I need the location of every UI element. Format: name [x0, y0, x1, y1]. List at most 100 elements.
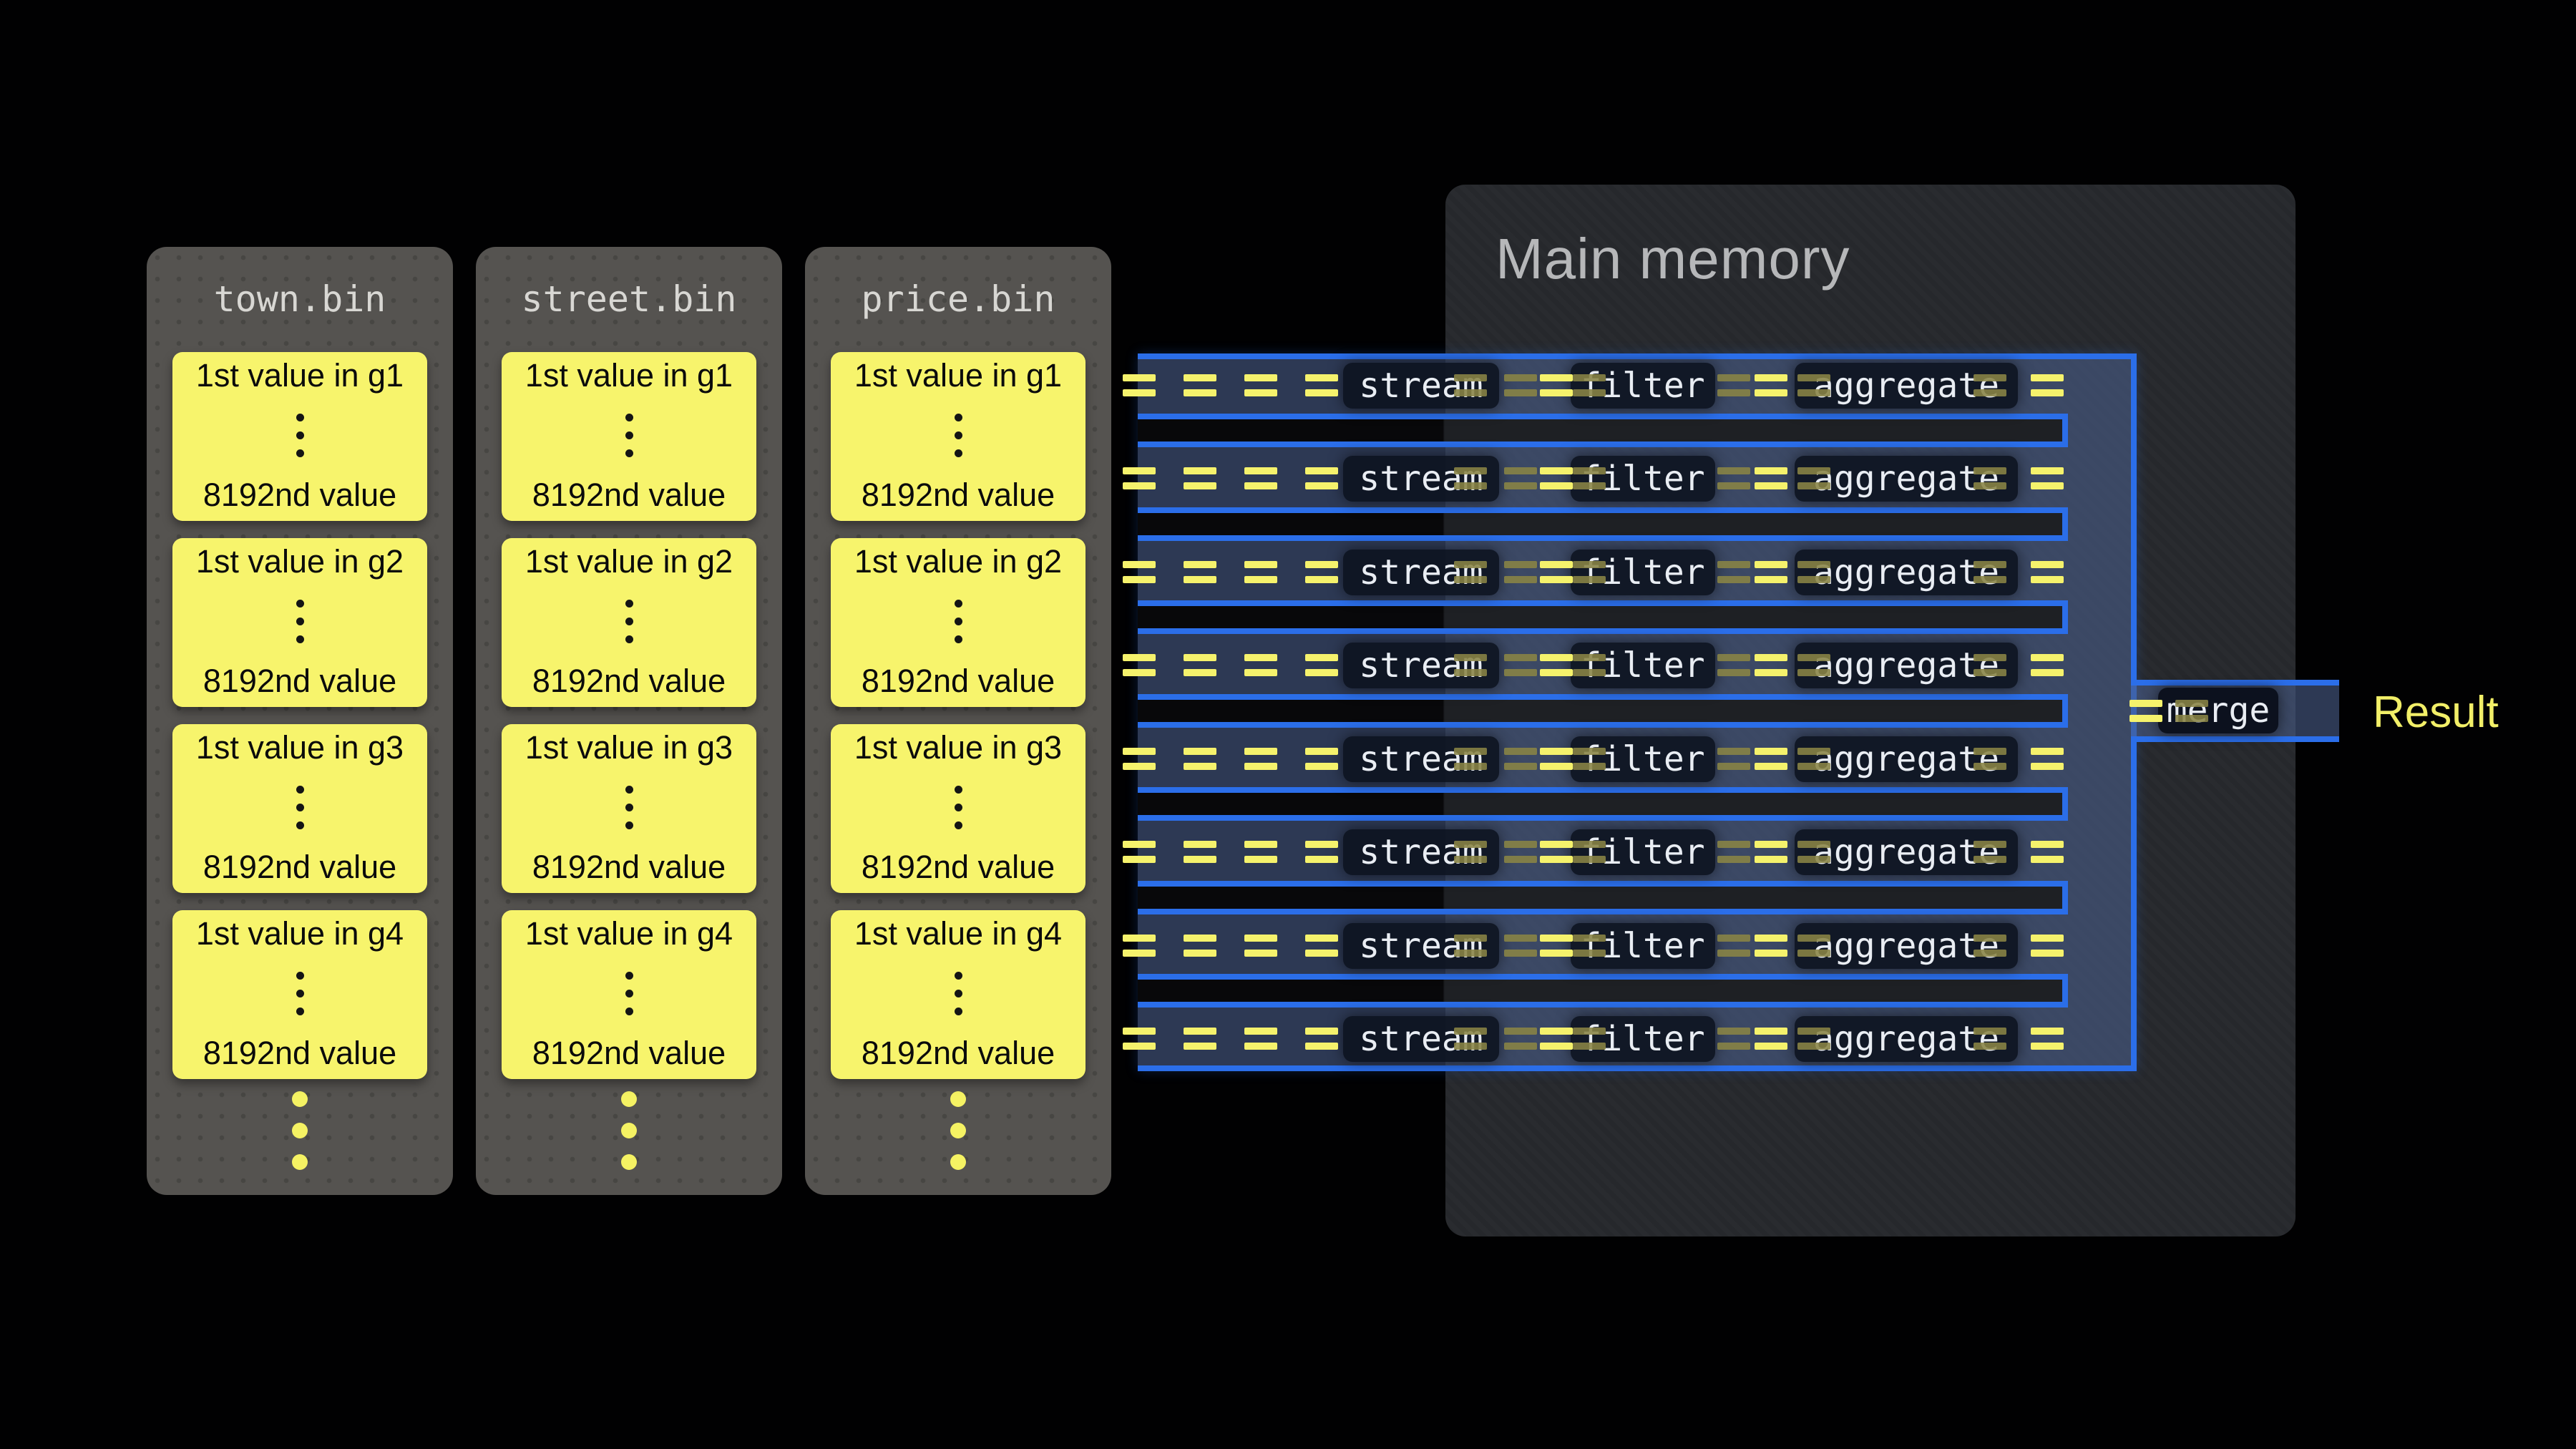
data-chunk-icon [1305, 654, 1338, 676]
data-chunk-trail-icon [1573, 374, 1606, 396]
data-chunk-icon [1244, 935, 1277, 957]
data-chunk-trail-icon [1504, 561, 1537, 583]
data-chunk-icon [1123, 561, 1156, 583]
data-chunk-trail-icon [1504, 374, 1537, 396]
data-chunk-icon [1123, 1028, 1156, 1050]
channel-gap [1138, 414, 2068, 447]
data-chunk-trail-icon [1717, 1028, 1750, 1050]
result-label: Result [2373, 687, 2499, 738]
data-chunk-trail-icon [1454, 654, 1487, 676]
file-name-label: price.bin [805, 278, 1111, 320]
channel-gap [1138, 881, 2068, 914]
data-chunk-trail-icon [1974, 561, 2006, 583]
data-chunk-icon [1305, 841, 1338, 863]
data-chunk-trail-icon [1717, 374, 1750, 396]
data-chunk-trail-icon [1454, 561, 1487, 583]
data-chunk-icon [1305, 935, 1338, 957]
data-chunk-icon [1123, 374, 1156, 396]
data-chunk-trail-icon [1504, 935, 1537, 957]
data-chunk-trail-icon [1717, 841, 1750, 863]
data-chunk-icon [1123, 467, 1156, 489]
data-chunk-icon [1540, 467, 1573, 489]
data-chunk-trail-icon [1573, 1028, 1606, 1050]
data-chunk-trail-icon [1797, 561, 1830, 583]
data-chunk-icon [2031, 561, 2064, 583]
data-chunk-icon [1305, 1028, 1338, 1050]
data-chunk-trail-icon [1454, 841, 1487, 863]
data-chunk-trail-icon [1504, 841, 1537, 863]
main-memory-title: Main memory [1496, 226, 1850, 292]
data-chunk-icon [1755, 1028, 1787, 1050]
data-chunk-trail-icon [1573, 561, 1606, 583]
data-chunk-trail-icon [1454, 1028, 1487, 1050]
data-chunk-icon [2031, 1028, 2064, 1050]
data-chunk-icon [1305, 748, 1338, 770]
data-chunk-trail-icon [1454, 748, 1487, 770]
data-chunk-icon [2031, 748, 2064, 770]
channel-gap [1138, 694, 2068, 728]
pipeline-row: stream filter aggregate [0, 1007, 2576, 1071]
data-chunk-icon [1184, 841, 1216, 863]
data-chunk-trail-icon [1974, 748, 2006, 770]
data-chunk-trail-icon [1797, 1028, 1830, 1050]
data-chunk-trail-icon [1504, 467, 1537, 489]
data-chunk-trail-icon [1974, 935, 2006, 957]
data-chunk-trail-icon [1454, 467, 1487, 489]
data-chunk-trail-icon [1797, 374, 1830, 396]
data-chunk-icon [1123, 748, 1156, 770]
data-chunk-icon [1305, 374, 1338, 396]
data-chunk-icon [1540, 841, 1573, 863]
data-chunk-icon [1244, 748, 1277, 770]
data-chunk-trail-icon [1717, 561, 1750, 583]
data-chunk-trail-icon [1974, 841, 2006, 863]
data-chunk-icon [1184, 748, 1216, 770]
data-chunk-icon [1184, 654, 1216, 676]
data-chunk-trail-icon [1797, 935, 1830, 957]
data-chunk-trail-icon [1974, 1028, 2006, 1050]
data-chunk-icon [2031, 467, 2064, 489]
data-chunk-icon [1540, 1028, 1573, 1050]
data-chunk-icon [2031, 935, 2064, 957]
data-chunk-icon [1540, 561, 1573, 583]
data-chunk-trail-icon [1504, 1028, 1537, 1050]
data-chunk-icon [1184, 935, 1216, 957]
data-chunk-icon [1540, 374, 1573, 396]
data-chunk-trail-icon [1573, 467, 1606, 489]
more-groups-ellipsis-icon [805, 1091, 1111, 1170]
pipeline-row: stream filter aggregate [0, 820, 2576, 884]
data-chunk-trail-icon [1504, 654, 1537, 676]
data-chunk-icon [1755, 748, 1787, 770]
file-name-label: street.bin [476, 278, 782, 320]
data-chunk-trail-icon [1974, 374, 2006, 396]
data-chunk-icon [1305, 561, 1338, 583]
data-chunk-trail-icon [1717, 935, 1750, 957]
more-groups-ellipsis-icon [147, 1091, 453, 1170]
pipeline-row: stream filter aggregate [0, 353, 2576, 418]
more-groups-ellipsis-icon [476, 1091, 782, 1170]
data-chunk-icon [1184, 467, 1216, 489]
data-chunk-icon [1755, 374, 1787, 396]
data-chunk-icon [1244, 841, 1277, 863]
data-chunk-icon [1305, 467, 1338, 489]
data-chunk-trail-icon [1974, 467, 2006, 489]
data-chunk-trail-icon [1573, 654, 1606, 676]
data-chunk-icon [2031, 654, 2064, 676]
data-chunk-icon [1244, 374, 1277, 396]
data-chunk-icon [1755, 467, 1787, 489]
data-chunk-trail-icon [1797, 467, 1830, 489]
data-chunk-icon [1244, 654, 1277, 676]
channel-gap [1138, 787, 2068, 821]
data-chunk-trail-icon [1504, 748, 1537, 770]
file-name-label: town.bin [147, 278, 453, 320]
data-chunk-icon [1540, 935, 1573, 957]
data-chunk-icon [1244, 561, 1277, 583]
data-chunk-trail-icon [1573, 748, 1606, 770]
data-chunk-icon [1123, 654, 1156, 676]
data-chunk-trail-icon [1797, 841, 1830, 863]
data-chunk-trail-icon [1717, 467, 1750, 489]
data-chunk-trail-icon [1717, 748, 1750, 770]
data-chunk-trail-icon [1797, 654, 1830, 676]
pipeline-row: stream filter aggregate [0, 447, 2576, 511]
data-chunk-icon [1755, 935, 1787, 957]
data-chunk-icon [1123, 841, 1156, 863]
